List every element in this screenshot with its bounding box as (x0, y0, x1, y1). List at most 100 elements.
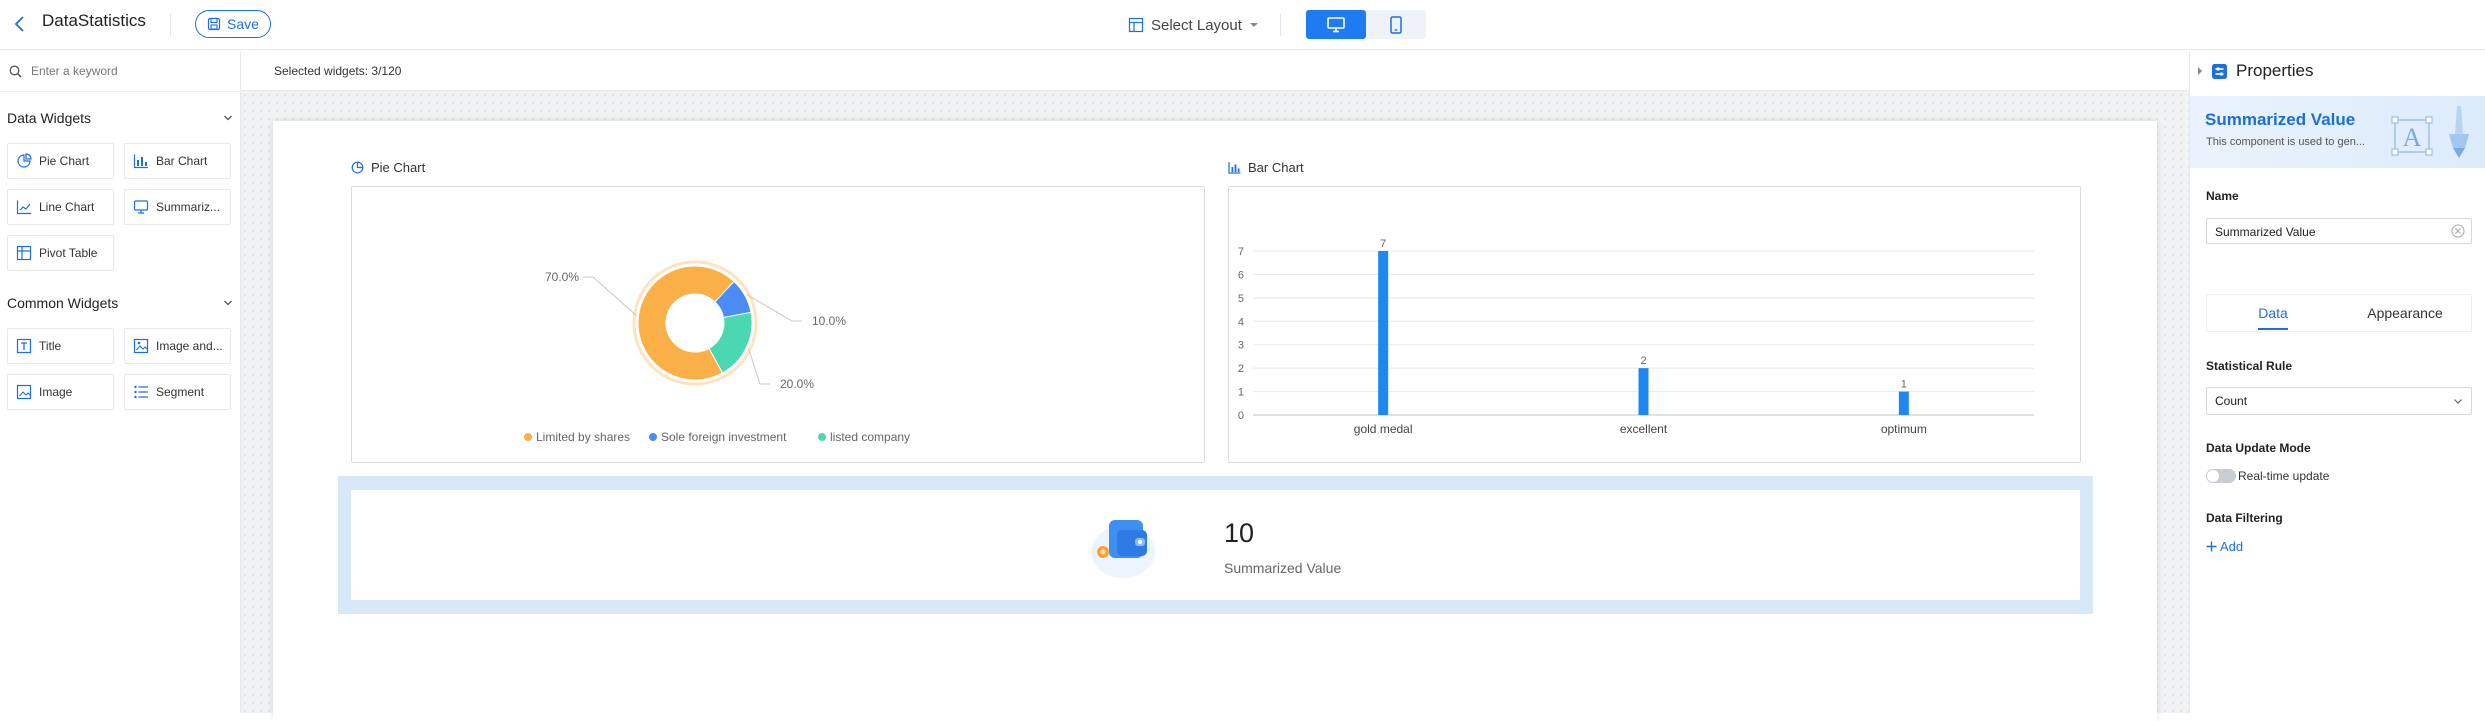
plus-icon (2206, 541, 2217, 552)
bar-chart-card-title: Bar Chart (1228, 160, 1304, 175)
pie-chart-icon (351, 161, 364, 174)
statistical-rule-select[interactable]: Count (2206, 387, 2472, 415)
add-filter-button[interactable]: Add (2206, 539, 2243, 554)
device-switcher (1306, 10, 1426, 39)
group-title: Data Widgets (7, 110, 92, 126)
svg-text:A: A (2403, 123, 2422, 152)
component-banner: Summarized Value This component is used … (2190, 96, 2485, 168)
widget-label: Pivot Table (39, 246, 98, 260)
bar-data-label: 2 (1640, 355, 1646, 367)
widget-image[interactable]: Image (7, 374, 114, 410)
name-input[interactable] (2207, 219, 2447, 245)
add-filter-label: Add (2220, 539, 2244, 554)
wallet-illustration-icon (1089, 510, 1159, 580)
y-tick-label: 2 (1238, 363, 1244, 375)
widget-label: Pie Chart (39, 154, 90, 168)
banner-title: Summarized Value (2205, 110, 2356, 129)
save-button[interactable]: Save (195, 10, 271, 38)
data-widgets-grid: Pie Chart Bar Chart Line Chart Summariz.… (7, 143, 233, 271)
bar-chart-icon (133, 153, 149, 169)
summarized-value-icon (133, 199, 149, 215)
save-label: Save (227, 16, 259, 32)
data-update-mode-label: Data Update Mode (2206, 441, 2311, 455)
pie-chart-widget[interactable]: 10.0% 20.0% 70.0% Limited by shares Sole for… (351, 186, 1205, 463)
widget-title[interactable]: Title (7, 328, 114, 364)
tab-appearance[interactable]: Appearance (2339, 294, 2471, 332)
widget-label: Bar Chart (156, 154, 208, 168)
banner-description: This component is used to gen... (2206, 136, 2365, 148)
widget-image-and-text[interactable]: Image and... (124, 328, 231, 364)
summarized-value-number: 10 (1224, 518, 1255, 548)
image-text-icon (133, 338, 149, 354)
y-tick-label: 1 (1238, 387, 1244, 399)
common-widgets-header[interactable]: Common Widgets (7, 293, 233, 313)
tab-data[interactable]: Data (2207, 294, 2339, 332)
pie-data-label: 70.0% (545, 270, 579, 284)
properties-panel: Properties Summarized Value This compone… (2189, 51, 2485, 713)
y-tick-label: 5 (1238, 293, 1244, 305)
legend-marker (524, 433, 532, 441)
legend-label: Sole foreign investment (661, 430, 787, 444)
properties-icon (2211, 63, 2228, 80)
clear-input-icon[interactable] (2451, 224, 2465, 238)
pie-chart-card-title: Pie Chart (351, 160, 425, 175)
search-input[interactable] (29, 63, 223, 79)
y-tick-label: 7 (1238, 246, 1244, 258)
layout-icon (1128, 17, 1144, 33)
widget-summarized-value[interactable]: Summariz... (124, 189, 231, 225)
pie-data-label: 20.0% (780, 377, 814, 391)
search-icon (9, 65, 22, 78)
x-tick-label: excellent (1620, 422, 1668, 436)
pie-chart-svg: 10.0% 20.0% 70.0% Limited by shares Sole for… (524, 260, 910, 444)
card-title-text: Bar Chart (1248, 160, 1304, 175)
desktop-view-button[interactable] (1306, 10, 1366, 39)
image-icon (16, 384, 32, 400)
segment-icon (133, 384, 149, 400)
legend-marker (818, 433, 826, 441)
realtime-update-row: Real-time update (2206, 469, 2329, 483)
text-brush-illustration-icon: A (2387, 100, 2483, 166)
y-tick-label: 6 (1238, 269, 1244, 281)
widget-bar-chart[interactable]: Bar Chart (124, 143, 231, 179)
y-tick-label: 3 (1238, 340, 1244, 352)
caret-right-icon[interactable] (2197, 67, 2203, 75)
pie-data-label: 10.0% (812, 314, 846, 328)
selected-widgets-count: Selected widgets: 3/120 (241, 51, 2189, 91)
summarized-value-label: Summarized Value (1224, 560, 1342, 576)
select-layout-dropdown[interactable]: Select Layout (1128, 13, 1259, 37)
bar-chart-icon (1228, 161, 1241, 174)
y-tick-label: 0 (1238, 410, 1244, 422)
summarized-value-card: 10 Summarized Value (351, 490, 2080, 600)
widget-label: Summariz... (156, 200, 221, 214)
pie-chart-icon (16, 153, 32, 169)
properties-header: Properties (2197, 61, 2313, 81)
summarized-value-widget-selected[interactable]: 10 Summarized Value (338, 476, 2093, 614)
realtime-update-label: Real-time update (2238, 469, 2330, 483)
widget-pivot-table[interactable]: Pivot Table (7, 235, 114, 271)
pie-leader-line (583, 276, 637, 316)
mobile-view-button[interactable] (1366, 10, 1426, 39)
bar-chart-widget[interactable]: 0 1 2 3 4 5 6 7 7 gold medal 2 excellent 1 optimum (1228, 186, 2081, 463)
widget-segment[interactable]: Segment (124, 374, 231, 410)
legend-label: Limited by shares (536, 430, 630, 444)
statistical-rule-value: Count (2215, 394, 2248, 408)
save-icon (207, 17, 221, 31)
dashboard-canvas: Pie Chart 10.0% 20.0% 70.0% Limited by shar… (273, 121, 2157, 721)
realtime-update-toggle[interactable] (2206, 469, 2236, 483)
chevron-down-icon (2453, 398, 2463, 405)
properties-title: Properties (2236, 61, 2314, 80)
widget-pie-chart[interactable]: Pie Chart (7, 143, 114, 179)
group-title: Common Widgets (7, 295, 119, 311)
mobile-icon (1390, 15, 1402, 34)
widget-search (0, 51, 240, 92)
chevron-down-icon (223, 299, 233, 307)
y-tick-label: 4 (1238, 316, 1244, 328)
legend-label: listed company (830, 430, 910, 444)
widget-line-chart[interactable]: Line Chart (7, 189, 114, 225)
pie-leader-line (747, 347, 770, 385)
widget-library-panel: Data Widgets Pie Chart Bar Chart Line Ch… (0, 51, 241, 713)
name-field (2206, 218, 2472, 245)
data-widgets-header[interactable]: Data Widgets (7, 108, 233, 128)
statistical-rule-label: Statistical Rule (2206, 359, 2293, 373)
back-arrow-icon[interactable] (12, 14, 28, 34)
